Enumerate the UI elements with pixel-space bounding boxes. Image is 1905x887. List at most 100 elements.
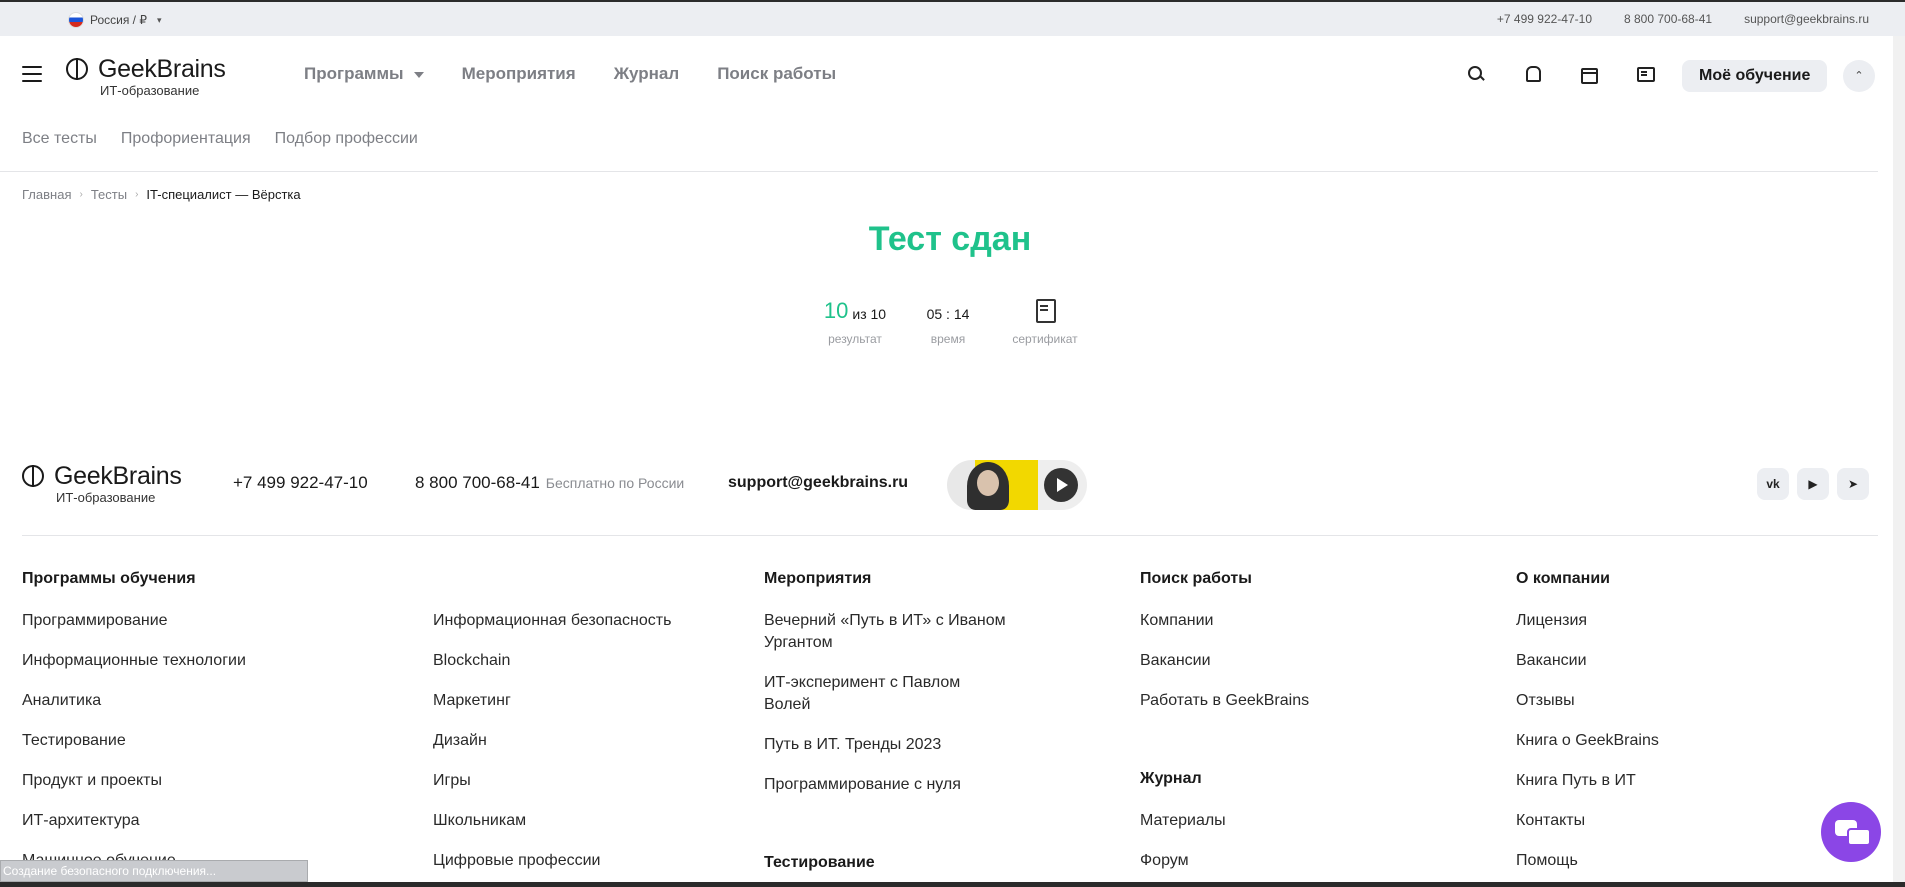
footer-link[interactable]: Аналитика [22,690,101,712]
subnav-all-tests[interactable]: Все тесты [22,130,97,148]
footer-link[interactable]: ИТ-эксперимент с Павлом [764,672,960,694]
play-icon[interactable] [1044,468,1078,502]
score-label: результат [828,332,882,346]
footer-link[interactable]: Контакты [1516,810,1585,832]
search-icon[interactable] [1466,64,1486,84]
header-icons [1466,64,1655,84]
breadcrumb-home[interactable]: Главная [22,187,71,202]
footer-link[interactable]: Путь в ИТ. Тренды 2023 [764,734,941,756]
score-total: из 10 [852,306,887,322]
region-label: Россия / ₽ [90,13,147,27]
footer-phone-1[interactable]: +7 499 922-47-10 [233,473,368,493]
subnav-divider [0,171,1878,172]
footer-link[interactable]: Цифровые профессии [433,850,600,872]
breadcrumb-tests[interactable]: Тесты [91,187,127,202]
stat-score: 10 из 10 результат [815,296,895,346]
footer-logo-name: GeekBrains [54,462,182,490]
breadcrumb: Главная › Тесты › IT-специалист — Вёрстк… [22,187,301,202]
footer-link[interactable]: Волей [764,694,810,716]
time-value: 05 : 14 [926,306,970,322]
tests-subnav: Все тесты Профориентация Подбор професси… [22,130,418,148]
footer-programs-col1: Программы обучения Программирование Инфо… [22,570,246,869]
footer-link[interactable]: Помощь [1516,850,1578,872]
stat-certificate[interactable]: сертификат [1005,296,1085,346]
presenter-photo [967,462,1009,510]
footer-email[interactable]: support@geekbrains.ru [728,474,908,492]
footer-link[interactable]: Компании [1140,610,1214,632]
time-label: время [930,332,966,346]
footer-link[interactable]: Дизайн [433,730,487,752]
footer-link[interactable]: Книга о GeekBrains [1516,730,1659,752]
subnav-career-guidance[interactable]: Профориентация [121,130,251,148]
brain-logo-icon [66,58,88,80]
window-bottom-edge [0,882,1905,887]
footer-link[interactable]: Работать в GeekBrains [1140,690,1309,712]
footer-link[interactable]: Вакансии [1140,650,1211,672]
breadcrumb-current: IT-специалист — Вёрстка [146,187,301,202]
browser-status-bar: Создание безопасного подключения... [0,860,308,882]
nav-programs[interactable]: Программы [304,64,424,84]
menu-icon[interactable] [22,66,42,82]
footer-link[interactable]: Лицензия [1516,610,1587,632]
user-icon[interactable]: ⌃ [1843,60,1875,92]
region-selector[interactable]: Россия / ₽ ▾ [68,12,162,28]
score-value: 10 [823,298,849,323]
top-utility-bar: Россия / ₽ ▾ +7 499 922-47-10 8 800 700-… [0,0,1905,36]
footer-link[interactable]: Продукт и проекты [22,770,162,792]
footer-logo-subtitle: ИТ-образование [56,490,156,505]
russia-flag-icon [68,12,84,28]
footer-testing-title: Тестирование [764,854,875,871]
subnav-profession-selection[interactable]: Подбор профессии [275,130,418,148]
footer-divider [22,535,1878,536]
footer-jobs-title: Поиск работы [1140,570,1252,587]
breadcrumb-separator-icon: › [79,189,83,200]
vk-icon[interactable]: vk [1757,468,1789,500]
bell-icon[interactable] [1522,64,1542,84]
footer-phone-2-block: 8 800 700-68-41 Бесплатно по России [415,473,684,493]
footer-company-col: О компании Лицензия Вакансии Отзывы Книг… [1516,570,1659,869]
footer-link[interactable]: Материалы [1140,810,1226,832]
nav-job-search[interactable]: Поиск работы [717,64,836,84]
logo-subtitle: ИТ-образование [100,83,200,98]
top-phone-1[interactable]: +7 499 922-47-10 [1497,12,1592,26]
nav-events[interactable]: Мероприятия [462,64,576,84]
footer-link[interactable]: Вечерний «Путь в ИТ» с Иваном [764,610,1006,632]
footer-link[interactable]: Книга Путь в ИТ [1516,770,1636,792]
top-phone-2[interactable]: 8 800 700-68-41 [1624,12,1712,26]
nav-journal[interactable]: Журнал [614,64,680,84]
footer-link[interactable]: Отзывы [1516,690,1575,712]
chat-icon[interactable] [1634,64,1655,84]
calendar-icon[interactable] [1578,64,1598,84]
footer-link[interactable]: Тестирование [22,730,126,752]
top-email[interactable]: support@geekbrains.ru [1744,12,1869,26]
my-learning-button[interactable]: Моё обучение [1682,60,1828,92]
footer-events-title: Мероприятия [764,570,872,587]
support-chat-icon[interactable] [1821,802,1881,862]
certificate-label: сертификат [1012,332,1078,346]
footer-link[interactable]: Игры [433,770,471,792]
footer-link[interactable]: Ургантом [764,632,833,654]
caret-down-icon [413,71,424,78]
telegram-icon[interactable]: ➤ [1837,468,1869,500]
footer-link[interactable]: Информационная безопасность [433,610,671,632]
footer-link[interactable]: Маркетинг [433,690,511,712]
result-title: Тест сдан [868,220,1032,258]
footer-link[interactable]: Школьникам [433,810,526,832]
youtube-icon[interactable]: ▶ [1797,468,1829,500]
promo-video-banner[interactable] [947,460,1087,510]
footer-link[interactable]: Форум [1140,850,1189,872]
footer-phone-2[interactable]: 8 800 700-68-41 [415,473,540,492]
certificate-icon[interactable] [1033,298,1057,324]
footer-link[interactable]: Blockchain [433,650,510,672]
footer-link[interactable]: Программирование с нуля [764,774,961,796]
footer-link[interactable]: Программирование [22,610,168,632]
main-header: GeekBrains ИТ-образование Программы Меро… [0,38,1905,110]
footer-jobs-col: Поиск работы Компании Вакансии Работать … [1140,570,1309,869]
page-scrollbar[interactable] [1893,36,1905,887]
breadcrumb-separator-icon: › [135,189,139,200]
stat-time: 05 : 14 время [918,296,978,346]
footer-link[interactable]: ИТ-архитектура [22,810,140,832]
footer-link[interactable]: Вакансии [1516,650,1587,672]
footer-journal-title: Журнал [1140,770,1202,787]
footer-link[interactable]: Информационные технологии [22,650,246,672]
